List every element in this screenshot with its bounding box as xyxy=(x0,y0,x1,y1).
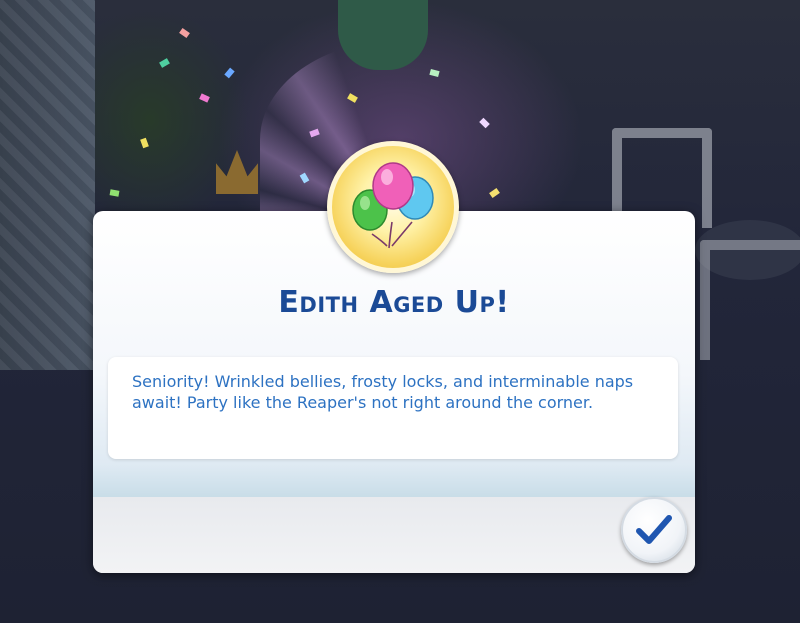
confetti-piece xyxy=(199,93,210,103)
confirm-button[interactable] xyxy=(621,497,687,563)
aging-badge xyxy=(327,141,459,273)
dining-chair xyxy=(700,240,800,360)
dialog-footer xyxy=(93,497,695,573)
dialog-message-text: Seniority! Wrinkled bellies, frosty lock… xyxy=(132,372,634,412)
confetti-piece xyxy=(140,137,149,149)
balloons-icon xyxy=(352,162,434,249)
confetti-piece xyxy=(109,189,120,197)
confetti-piece xyxy=(159,58,170,68)
confetti-piece xyxy=(224,67,235,79)
wall-panel xyxy=(0,0,95,370)
confetti-piece xyxy=(179,27,190,39)
party-crown xyxy=(216,150,258,194)
dialog-message-box: Seniority! Wrinkled bellies, frosty lock… xyxy=(108,357,678,459)
dialog-title: Edith Aged Up! xyxy=(278,285,510,320)
checkmark-icon xyxy=(636,515,672,544)
